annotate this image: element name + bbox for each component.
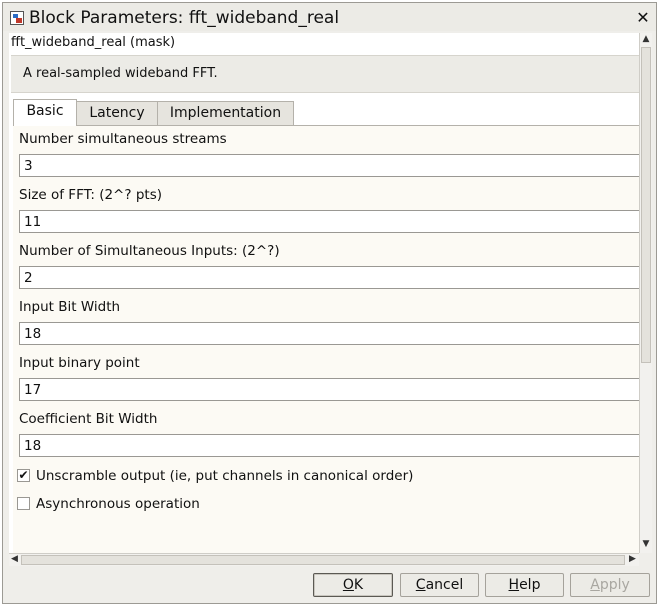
ok-mnemonic: O	[342, 577, 354, 593]
mask-title: fft_wideband_real (mask)	[11, 35, 176, 50]
coefficient-bit-width-label: Coefficient Bit Width	[19, 411, 158, 427]
mask-description-box: A real-sampled wideband FFT.	[11, 55, 639, 93]
coefficient-bit-width-input[interactable]	[19, 434, 641, 457]
basic-tab-panel: Number simultaneous streams Size of FFT:…	[13, 125, 641, 553]
tab-basic-label: Basic	[26, 103, 64, 119]
ok-label-rest: K	[353, 577, 364, 593]
scroll-down-icon[interactable]: ▼	[641, 539, 651, 549]
unscramble-output-label: Unscramble output (ie, put channels in c…	[36, 468, 414, 484]
horizontal-scrollbar[interactable]: ◀ ▶	[9, 553, 639, 566]
streams-input[interactable]	[19, 154, 641, 177]
title-bar[interactable]: Block Parameters: fft_wideband_real ✕	[3, 3, 656, 31]
window-title: Block Parameters: fft_wideband_real	[29, 8, 340, 28]
simultaneous-inputs-label: Number of Simultaneous Inputs: (2^?)	[19, 243, 280, 259]
tab-latency[interactable]: Latency	[76, 101, 158, 125]
apply-button[interactable]: Apply	[570, 573, 650, 597]
tab-implementation[interactable]: Implementation	[157, 101, 294, 125]
simulink-block-icon	[10, 11, 24, 25]
dialog-content: fft_wideband_real (mask) A real-sampled …	[9, 33, 641, 553]
help-button[interactable]: Help	[485, 573, 564, 597]
cancel-mnemonic: C	[415, 577, 426, 593]
vertical-scrollbar[interactable]: ▲ ▼	[639, 33, 652, 553]
fft-size-label: Size of FFT: (2^? pts)	[19, 187, 162, 203]
unscramble-output-checkbox[interactable]: ✔	[17, 469, 30, 482]
ok-button[interactable]: OK	[313, 573, 393, 597]
mask-description: A real-sampled wideband FFT.	[23, 66, 218, 81]
input-binary-point-label: Input binary point	[19, 355, 140, 371]
apply-mnemonic: A	[590, 577, 600, 593]
input-binary-point-input[interactable]	[19, 378, 641, 401]
tab-basic[interactable]: Basic	[13, 99, 77, 126]
scroll-left-icon[interactable]: ◀	[11, 554, 18, 564]
tab-implementation-label: Implementation	[169, 105, 282, 121]
input-bit-width-input[interactable]	[19, 322, 641, 345]
scroll-right-icon[interactable]: ▶	[629, 554, 636, 564]
streams-label: Number simultaneous streams	[19, 131, 227, 147]
asynchronous-operation-label: Asynchronous operation	[36, 496, 200, 512]
cancel-button[interactable]: Cancel	[400, 573, 479, 597]
horizontal-scroll-thumb[interactable]	[21, 555, 625, 565]
scroll-up-icon[interactable]: ▲	[641, 34, 651, 44]
vertical-scroll-thumb[interactable]	[641, 47, 651, 363]
close-icon[interactable]: ✕	[635, 10, 651, 26]
tab-strip: Basic Latency Implementation	[13, 99, 613, 126]
simultaneous-inputs-input[interactable]	[19, 266, 641, 289]
block-parameters-dialog: Block Parameters: fft_wideband_real ✕ ff…	[2, 2, 657, 604]
fft-size-input[interactable]	[19, 210, 641, 233]
help-mnemonic: H	[508, 577, 520, 593]
cancel-label-rest: ancel	[425, 577, 464, 593]
tab-latency-label: Latency	[89, 105, 145, 121]
help-label-rest: elp	[519, 577, 541, 593]
input-bit-width-label: Input Bit Width	[19, 299, 121, 315]
asynchronous-operation-checkbox[interactable]	[17, 497, 30, 510]
apply-label-rest: pply	[599, 577, 630, 593]
